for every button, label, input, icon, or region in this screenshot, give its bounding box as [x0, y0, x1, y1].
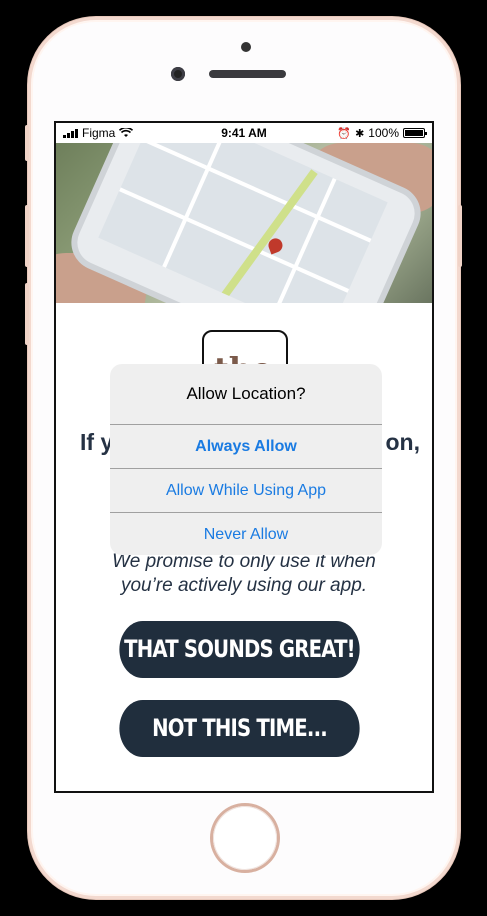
dialog-title: Allow Location?	[110, 364, 382, 425]
mute-switch	[25, 125, 29, 161]
promise-text: We promise to only use it when you’re ac…	[56, 550, 432, 598]
earpiece-speaker	[209, 70, 286, 78]
status-bar: Figma 9:41 AM ⏰ ✱ 100%	[56, 123, 432, 143]
promise-line-2: you’re actively using our app.	[120, 575, 368, 596]
accept-button[interactable]: THAT SOUNDS GREAT!	[119, 621, 360, 678]
app-screen: Figma 9:41 AM ⏰ ✱ 100% the	[54, 121, 434, 793]
headline-left: If y	[80, 429, 114, 455]
location-permission-dialog: Allow Location? Always Allow Allow While…	[110, 364, 382, 555]
battery-percent: 100%	[368, 126, 399, 140]
proximity-sensor	[241, 42, 251, 52]
battery-icon	[403, 128, 427, 138]
front-camera-icon	[171, 67, 185, 81]
volume-down-button	[25, 283, 29, 345]
never-allow-button[interactable]: Never Allow	[110, 513, 382, 555]
allow-while-using-button[interactable]: Allow While Using App	[110, 469, 382, 513]
decline-button[interactable]: NOT THIS TIME...	[119, 700, 360, 757]
headline-right: on,	[385, 429, 421, 455]
bluetooth-icon: ✱	[355, 127, 365, 140]
power-button	[458, 205, 462, 267]
home-button[interactable]	[213, 806, 277, 870]
alarm-icon: ⏰	[337, 127, 352, 140]
always-allow-button[interactable]: Always Allow	[110, 425, 382, 469]
hero-image	[56, 143, 432, 303]
volume-up-button	[25, 205, 29, 267]
